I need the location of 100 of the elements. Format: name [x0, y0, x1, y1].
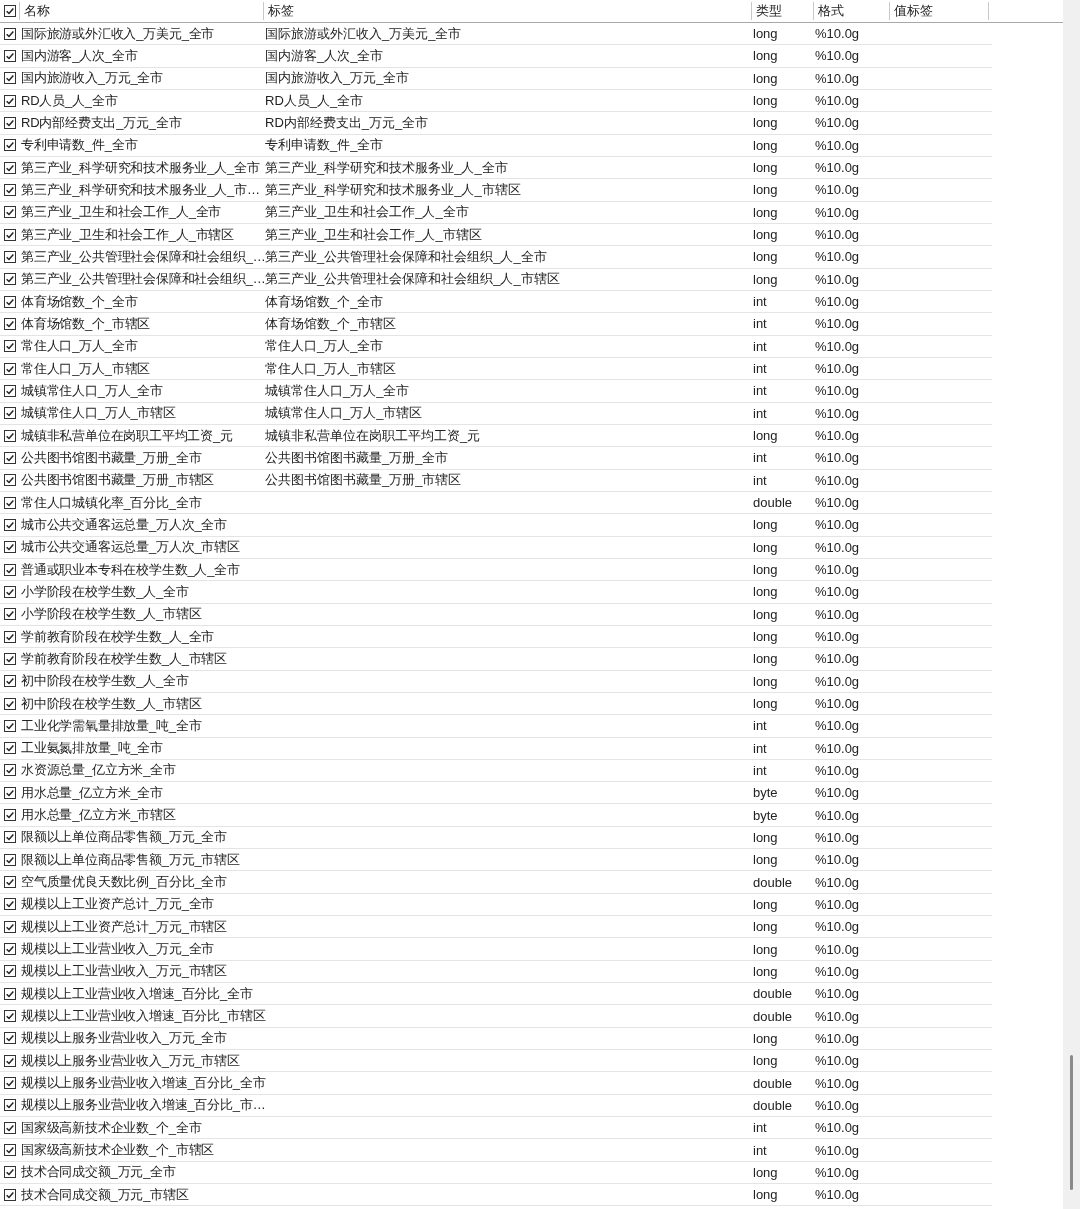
variable-type: int [753, 472, 767, 488]
variable-type: long [753, 1187, 778, 1203]
row-checkbox[interactable] [4, 50, 16, 62]
row-checkbox[interactable] [4, 1121, 16, 1134]
row-checkbox[interactable] [4, 72, 16, 85]
variable-name: 第三产业_科学研究和技术服务业_人_市… [21, 181, 260, 197]
row-checkbox[interactable] [4, 1144, 16, 1157]
variable-label: 第三产业_科学研究和技术服务业_人_全市 [265, 159, 508, 175]
row-checkbox[interactable] [4, 853, 16, 866]
row-checkbox[interactable] [4, 27, 16, 40]
variable-name: RD内部经费支出_万元_全市 [21, 114, 182, 130]
row-checkbox[interactable] [4, 1054, 16, 1067]
variable-label: 第三产业_卫生和社会工作_人_市辖区 [265, 226, 482, 242]
variable-label: 第三产业_公共管理社会保障和社会组织_人_市辖区 [265, 271, 560, 287]
variable-format: %10.0g [815, 584, 860, 600]
variable-name: 城镇常住人口_万人_全市 [21, 382, 164, 398]
column-header[interactable]: 值标签 [889, 2, 989, 20]
row-checkbox[interactable] [4, 831, 16, 844]
row-checkbox[interactable] [4, 608, 16, 621]
variable-type: long [753, 249, 778, 265]
row-checkbox[interactable] [4, 474, 16, 487]
variable-name: 国家级高新技术企业数_个_市辖区 [21, 1142, 215, 1158]
row-checkbox[interactable] [4, 1099, 16, 1112]
row-checkbox[interactable] [4, 697, 16, 710]
row-checkbox[interactable] [4, 206, 16, 219]
row-checkbox[interactable] [4, 317, 16, 330]
row-checkbox[interactable] [4, 250, 16, 263]
row-checkbox[interactable] [4, 809, 16, 822]
variable-format: %10.0g [815, 919, 860, 935]
row-checkbox[interactable] [4, 451, 16, 464]
variable-type: long [753, 539, 778, 555]
row-checkbox[interactable] [4, 898, 16, 911]
variable-label: 第三产业_公共管理社会保障和社会组织_人_全市 [265, 248, 547, 264]
variable-format: %10.0g [815, 115, 860, 131]
variable-type: double [753, 495, 793, 511]
row-checkbox[interactable] [4, 1166, 16, 1179]
column-header[interactable]: 格式 [813, 2, 889, 20]
column-header[interactable]: 标签 [263, 2, 751, 20]
row-checkbox[interactable] [4, 273, 16, 286]
variable-name: 国内游客_人次_全市 [21, 48, 138, 63]
variable-label: 体育场馆数_个_全市 [265, 293, 384, 309]
row-checkbox[interactable] [4, 161, 16, 174]
row-checkbox[interactable] [4, 652, 16, 665]
row-checkbox[interactable] [4, 518, 16, 531]
column-header[interactable]: 名称 [19, 2, 263, 20]
row-checkbox[interactable] [4, 1010, 16, 1023]
row-checkbox[interactable] [4, 295, 16, 308]
row-checkbox[interactable] [4, 541, 16, 554]
variable-name: 国内旅游收入_万元_全市 [21, 70, 164, 86]
row-checkbox[interactable] [4, 384, 16, 397]
row-checkbox[interactable] [4, 1188, 16, 1201]
variable-format: %10.0g [815, 986, 860, 1002]
row-checkbox[interactable] [4, 585, 16, 598]
row-checkbox[interactable] [4, 920, 16, 933]
variable-format: %10.0g [815, 316, 860, 332]
row-checkbox[interactable] [4, 719, 16, 732]
variable-format: %10.0g [815, 517, 860, 533]
variable-format: %10.0g [815, 740, 860, 756]
vertical-scrollbar[interactable] [1063, 0, 1080, 1209]
row-checkbox[interactable] [4, 943, 16, 956]
variable-type: long [753, 115, 778, 131]
variable-format: %10.0g [815, 137, 860, 153]
row-checkbox[interactable] [4, 340, 16, 353]
variable-name: 规模以上工业营业收入_万元_全市 [21, 941, 215, 957]
variable-label: 公共图书馆图书藏量_万册_全市 [265, 449, 449, 465]
row-checkbox[interactable] [4, 362, 16, 375]
variable-type: int [753, 294, 767, 310]
row-checkbox[interactable] [4, 94, 16, 107]
scrollbar-thumb[interactable] [1070, 1055, 1073, 1190]
row-checkbox[interactable] [4, 1032, 16, 1045]
row-checkbox[interactable] [4, 183, 16, 196]
variable-format: %10.0g [815, 1187, 860, 1203]
column-header[interactable]: 类型 [751, 2, 813, 20]
variable-format: %10.0g [815, 1164, 860, 1180]
variable-label: 专利申请数_件_全市 [265, 137, 384, 153]
row-checkbox[interactable] [4, 764, 16, 777]
variable-type: long [753, 182, 778, 198]
variable-format: %10.0g [815, 1053, 860, 1069]
select-all-checkbox[interactable] [4, 5, 16, 17]
row-checkbox[interactable] [4, 987, 16, 1000]
variable-label: RD人员_人_全市 [265, 92, 364, 108]
row-checkbox[interactable] [4, 228, 16, 241]
row-checkbox[interactable] [4, 786, 16, 799]
row-checkbox[interactable] [4, 407, 16, 420]
row-checkbox[interactable] [4, 563, 16, 576]
row-checkbox[interactable] [4, 965, 16, 978]
row-checkbox[interactable] [4, 429, 16, 442]
row-checkbox[interactable] [4, 116, 16, 129]
variable-name: 专利申请数_件_全市 [21, 137, 138, 153]
variable-format: %10.0g [815, 361, 860, 377]
row-checkbox[interactable] [4, 630, 16, 643]
row-checkbox[interactable] [4, 675, 16, 688]
row-checkbox[interactable] [4, 742, 16, 755]
row-checkbox[interactable] [4, 496, 16, 509]
row-checkbox[interactable] [4, 876, 16, 889]
variable-type: long [753, 896, 778, 912]
row-checkbox[interactable] [4, 1077, 16, 1090]
variable-name: 规模以上工业资产总计_万元_全市 [21, 896, 215, 912]
row-checkbox[interactable] [4, 139, 16, 152]
variable-format: %10.0g [815, 629, 860, 644]
